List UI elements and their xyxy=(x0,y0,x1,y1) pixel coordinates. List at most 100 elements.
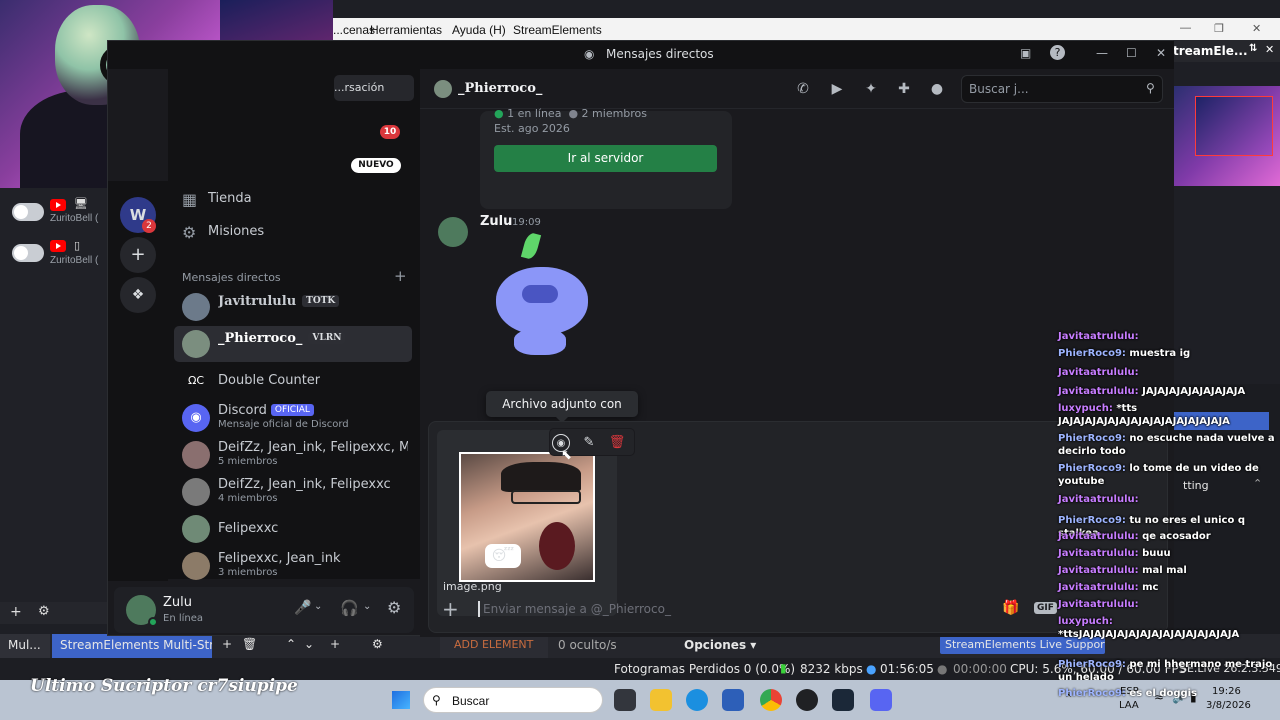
add-scene-icon[interactable]: + xyxy=(222,637,232,651)
user-profile-icon[interactable]: ● xyxy=(928,80,946,98)
clock-date[interactable]: 3/8/2026 xyxy=(1206,700,1251,711)
dm-item-name: Discord OFICIAL xyxy=(218,403,314,418)
dm-item-name: Felipexxc, Jean_ink xyxy=(218,551,341,566)
phone-call-icon[interactable]: ✆ xyxy=(794,80,812,98)
chevron-down-icon[interactable]: ⌄ xyxy=(314,601,322,612)
avatar[interactable] xyxy=(438,217,468,247)
chevron-down-icon[interactable]: ⌄ xyxy=(304,637,314,651)
headphones-icon[interactable]: 🎧 xyxy=(340,599,359,617)
dm-item-sub: Mensaje oficial de Discord xyxy=(218,419,349,430)
avatar xyxy=(182,552,210,580)
add-element-button[interactable]: ADD ELEMENT xyxy=(440,634,548,658)
restore-icon[interactable]: ❐ xyxy=(1214,22,1224,35)
gift-icon[interactable]: 🎁 xyxy=(1002,600,1019,616)
trash-icon[interactable]: 🗑 xyxy=(242,637,257,651)
dm-item-active[interactable]: _Phierroco_ VLRN xyxy=(174,326,412,362)
add-friend-icon[interactable]: ✚ xyxy=(895,80,913,98)
search-input[interactable]: Buscar j... ⚲ xyxy=(961,75,1163,103)
message-input[interactable]: Enviar mensaje a @_Phierroco_ xyxy=(483,602,671,616)
go-to-server-button[interactable]: Ir al servidor xyxy=(494,145,717,172)
dm-item[interactable]: DeifZz, Jean_ink, Felipexxc, Ma... 5 mie… xyxy=(174,437,412,473)
menu-help[interactable]: Ayuda (H) xyxy=(452,23,506,37)
trash-icon[interactable]: 🗑 xyxy=(608,434,626,452)
store-icon[interactable] xyxy=(722,689,744,711)
dm-item-name: DeifZz, Jean_ink, Felipexxc, Ma... xyxy=(218,440,408,455)
edge-icon[interactable] xyxy=(686,689,708,711)
task-view-icon[interactable] xyxy=(614,689,636,711)
window-title: Mensajes directos xyxy=(606,47,714,61)
attachment-card[interactable]: 😴 image.png ◉ ✎ 🗑 ⬉ xyxy=(437,428,635,616)
avatar xyxy=(182,441,210,469)
chat-text: *ttsJAJAJAJAJAJAJAJAJAJAJAJAJAJA xyxy=(1058,629,1240,640)
find-conversation-button[interactable]: ...rsación xyxy=(334,75,414,101)
server-list: W 2 + ❖ xyxy=(108,181,168,581)
chevron-down-icon[interactable]: ⌄ xyxy=(363,601,371,612)
dock-tab-multi[interactable]: Mul... xyxy=(0,634,50,658)
quests-nav[interactable]: ⚙ Misiones xyxy=(174,218,412,246)
gear-icon[interactable]: ⚙ xyxy=(372,637,383,651)
gif-icon[interactable]: GIF xyxy=(1034,602,1057,614)
source-name: ZuritoBell ( xyxy=(50,213,99,224)
dm-item[interactable]: DeifZz, Jean_ink, Felipexxc 4 miembros xyxy=(174,474,412,510)
menu-streamelements[interactable]: StreamElements xyxy=(513,23,602,37)
youtube-icon xyxy=(50,199,66,211)
add-source-icon[interactable]: + xyxy=(330,637,340,651)
add-server-icon[interactable]: + xyxy=(120,237,156,273)
menu-scenes[interactable]: ...cenas xyxy=(333,23,375,37)
inbox-icon[interactable]: ▣ xyxy=(1020,46,1031,60)
channel-name: _Phierroco_ xyxy=(458,81,543,96)
chat-user: PhierRoco9: xyxy=(1058,433,1126,444)
help-icon[interactable]: ? xyxy=(1050,45,1065,60)
create-dm-icon[interactable]: + xyxy=(394,267,407,285)
dm-item[interactable]: ΩC Double Counter xyxy=(174,363,412,399)
chevron-up-icon[interactable]: ⌃ xyxy=(286,637,296,651)
minimize-icon[interactable]: — xyxy=(1096,46,1108,60)
source-visibility-toggle[interactable] xyxy=(12,203,44,221)
discord-logo-icon: ◉ xyxy=(182,404,210,432)
chat-message: PhierRoco9: no escuche nada vuelve a dec… xyxy=(1058,432,1280,458)
chat-message: PhierRoco9: muestra ig xyxy=(1058,347,1280,360)
dm-item[interactable]: ◉ Discord OFICIAL Mensaje oficial de Disc… xyxy=(174,400,412,436)
close-icon[interactable]: ✕ xyxy=(1252,22,1261,35)
search-icon: ⚲ xyxy=(1146,81,1155,95)
monitor-icon: 🖥 xyxy=(74,197,88,210)
chat-message: Javitaatrululu: qe acosador xyxy=(1058,530,1280,543)
taskbar-search[interactable]: ⚲ Buscar xyxy=(423,687,603,713)
edit-pencil-icon[interactable]: ✎ xyxy=(580,434,598,452)
obs-icon[interactable] xyxy=(796,689,818,711)
preview-thumbnail xyxy=(1173,86,1280,186)
file-explorer-icon[interactable] xyxy=(650,689,672,711)
menu-tools[interactable]: Herramientas xyxy=(370,23,442,37)
explore-icon[interactable]: ❖ xyxy=(120,277,156,313)
shop-nav[interactable]: ▦ Tienda xyxy=(174,185,412,213)
dock-float-icon[interactable]: ⇅ xyxy=(1249,43,1257,54)
add-source-icon[interactable]: + xyxy=(10,604,22,620)
chrome-icon[interactable] xyxy=(760,689,782,711)
dm-item[interactable]: Felipexxc xyxy=(174,511,412,547)
gear-icon[interactable]: ⚙ xyxy=(387,598,401,617)
gear-icon[interactable]: ⚙ xyxy=(38,604,50,619)
discord-taskbar-icon[interactable] xyxy=(870,689,892,711)
dock-close-icon[interactable]: ✕ xyxy=(1265,43,1274,56)
chat-message: Javitaatrululu: mc xyxy=(1058,581,1280,594)
options-dropdown[interactable]: Opciones ▾ xyxy=(684,638,756,652)
pin-icon[interactable]: ✦ xyxy=(862,80,880,98)
dm-item[interactable]: Javitrululu TOTK xyxy=(174,289,412,325)
dm-tag: VLRN xyxy=(308,332,346,344)
minimize-icon[interactable]: — xyxy=(1180,22,1191,34)
chat-message: Javitaatrululu: xyxy=(1058,330,1280,343)
close-icon[interactable]: ✕ xyxy=(1156,46,1166,60)
steam-icon[interactable] xyxy=(832,689,854,711)
chat-text: qe acosador xyxy=(1142,531,1211,542)
wumpus-sticker[interactable] xyxy=(494,229,590,357)
maximize-icon[interactable]: ☐ xyxy=(1126,46,1137,60)
dock-tab-streamelements[interactable]: StreamElements Multi-Str... xyxy=(52,634,212,658)
message-author[interactable]: Zulu xyxy=(480,214,512,229)
video-call-icon[interactable]: ▶ xyxy=(828,80,846,98)
dm-item[interactable]: Felipexxc, Jean_ink 3 miembros xyxy=(174,548,412,584)
source-visibility-toggle[interactable] xyxy=(12,244,44,262)
source-name: ZuritoBell ( xyxy=(50,255,99,266)
spoiler-tooltip: Archivo adjunto con spoiler xyxy=(486,391,638,437)
microphone-icon[interactable]: 🎤 xyxy=(294,600,311,616)
add-attachment-icon[interactable]: + xyxy=(442,597,459,621)
